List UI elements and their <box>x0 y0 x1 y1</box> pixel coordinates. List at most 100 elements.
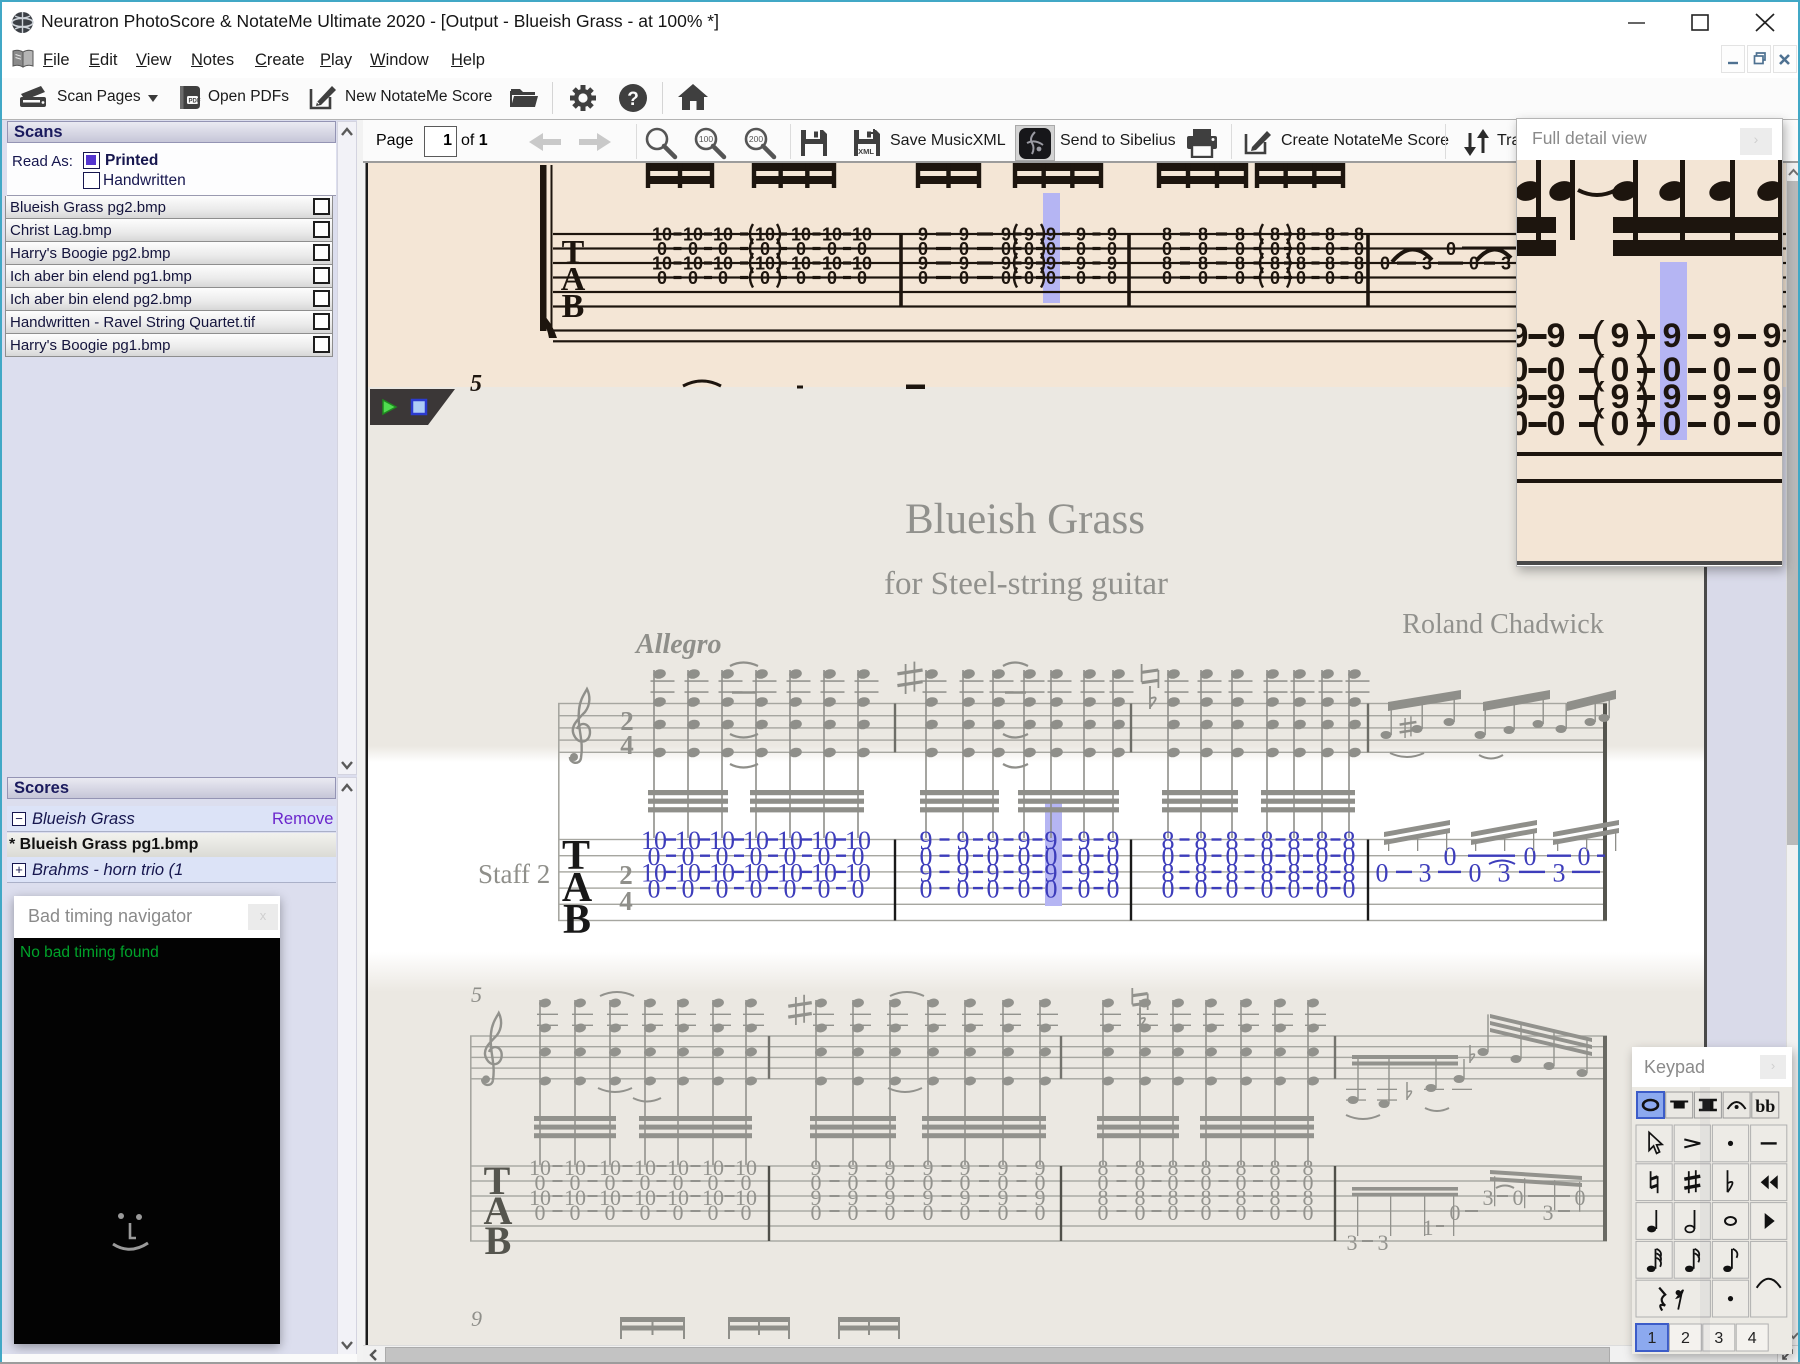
svg-text:0: 0 <box>750 875 763 904</box>
svg-text:9: 9 <box>1547 317 1566 355</box>
svg-text:0: 0 <box>885 1200 896 1225</box>
svg-text:9: 9 <box>1611 317 1630 355</box>
svg-text:3: 3 <box>1501 254 1511 274</box>
svg-text:0: 0 <box>920 875 933 904</box>
svg-text:0: 0 <box>1469 858 1482 887</box>
svg-text:3: 3 <box>1419 858 1432 887</box>
svg-text:0: 0 <box>718 268 728 288</box>
svg-text:0: 0 <box>1001 268 1011 288</box>
svg-text:0: 0 <box>1098 1200 1109 1225</box>
svg-text:0: 0 <box>1107 268 1117 288</box>
svg-text:3: 3 <box>1714 1330 1723 1347</box>
svg-text:0: 0 <box>918 268 928 288</box>
svg-text:0: 0 <box>1343 875 1356 904</box>
svg-text:0: 0 <box>1325 268 1335 288</box>
svg-text:3: 3 <box>1543 1200 1554 1225</box>
svg-text:0: 0 <box>1469 254 1479 274</box>
svg-text:0: 0 <box>960 1200 971 1225</box>
svg-text:0: 0 <box>741 1200 752 1225</box>
svg-text:0: 0 <box>1195 875 1208 904</box>
svg-text:4: 4 <box>619 886 633 916</box>
svg-text:0: 0 <box>959 268 969 288</box>
svg-text:0: 0 <box>1107 875 1120 904</box>
svg-text:0: 0 <box>1046 268 1056 288</box>
svg-text:0: 0 <box>1444 842 1457 871</box>
svg-text:0: 0 <box>570 1200 581 1225</box>
svg-text:PDF: PDF <box>189 99 201 105</box>
svg-text:0: 0 <box>1513 1185 1524 1210</box>
svg-text:0: 0 <box>1376 858 1389 887</box>
svg-text:3: 3 <box>1378 1230 1389 1255</box>
svg-text:0: 0 <box>760 268 770 288</box>
svg-text:0: 0 <box>657 268 667 288</box>
svg-text:0: 0 <box>648 875 661 904</box>
svg-text:9: 9 <box>1763 317 1782 355</box>
svg-text:0: 0 <box>796 268 806 288</box>
svg-text:3: 3 <box>1483 1185 1494 1210</box>
svg-text:3: 3 <box>1347 1230 1358 1255</box>
svg-text:4: 4 <box>620 730 634 760</box>
svg-text:Blueish Grass: Blueish Grass <box>905 496 1145 543</box>
svg-text:0: 0 <box>1713 405 1732 443</box>
svg-text:B: B <box>563 897 591 943</box>
svg-text:0: 0 <box>1663 405 1682 443</box>
svg-text:0: 0 <box>957 875 970 904</box>
svg-text:0: 0 <box>1270 268 1280 288</box>
svg-text:0: 0 <box>1162 875 1175 904</box>
svg-text:B: B <box>562 288 585 325</box>
svg-text:0: 0 <box>1201 1200 1212 1225</box>
svg-text:0: 0 <box>1763 405 1782 443</box>
svg-text:3: 3 <box>1422 254 1432 274</box>
svg-text:0: 0 <box>1235 268 1245 288</box>
svg-text:1: 1 <box>1648 1330 1657 1347</box>
svg-text:0: 0 <box>673 1200 684 1225</box>
svg-text:?: ? <box>627 89 639 110</box>
svg-text:0: 0 <box>1135 1200 1146 1225</box>
svg-text:0: 0 <box>1517 405 1528 443</box>
svg-text:3: 3 <box>1498 858 1511 887</box>
svg-text:0: 0 <box>1162 268 1172 288</box>
svg-text:0: 0 <box>1018 875 1031 904</box>
svg-text:0: 0 <box>811 1200 822 1225</box>
svg-text:5: 5 <box>471 982 482 1007</box>
svg-text:0: 0 <box>923 1200 934 1225</box>
svg-text:0: 0 <box>784 875 797 904</box>
svg-text:0: 0 <box>716 875 729 904</box>
svg-text:0: 0 <box>1261 875 1274 904</box>
svg-text:0: 0 <box>1296 268 1306 288</box>
svg-text:0: 0 <box>605 1200 616 1225</box>
svg-text:0: 0 <box>848 1200 859 1225</box>
svg-text:Allegro: Allegro <box>634 629 722 660</box>
svg-text:0: 0 <box>1524 842 1537 871</box>
svg-text:0: 0 <box>1078 875 1091 904</box>
svg-text:B: B <box>485 1218 512 1263</box>
svg-text:4: 4 <box>1748 1330 1757 1347</box>
svg-text:0: 0 <box>1270 1200 1281 1225</box>
svg-text:0: 0 <box>1578 842 1591 871</box>
svg-text:0: 0 <box>1198 268 1208 288</box>
svg-text:0: 0 <box>1446 239 1456 259</box>
svg-text:0: 0 <box>827 268 837 288</box>
svg-text:0: 0 <box>1226 875 1239 904</box>
svg-text:0: 0 <box>818 875 831 904</box>
svg-text:Staff 2: Staff 2 <box>478 859 550 889</box>
svg-text:0: 0 <box>1611 405 1630 443</box>
svg-text:bb: bb <box>1755 1096 1775 1116</box>
svg-text:200: 200 <box>749 134 763 144</box>
svg-text:5: 5 <box>470 371 482 397</box>
svg-text:Roland Chadwick: Roland Chadwick <box>1402 609 1603 640</box>
svg-text:100: 100 <box>699 134 713 144</box>
svg-text:0: 0 <box>1035 1200 1046 1225</box>
svg-text:0: 0 <box>1354 268 1364 288</box>
svg-text:for Steel-string guitar: for Steel-string guitar <box>884 566 1168 602</box>
svg-text:9: 9 <box>1663 317 1682 355</box>
svg-text:2: 2 <box>1681 1330 1690 1347</box>
svg-text:0: 0 <box>1024 268 1034 288</box>
svg-text:0: 0 <box>682 875 695 904</box>
svg-text:9: 9 <box>471 1306 482 1331</box>
svg-text:0: 0 <box>708 1200 719 1225</box>
svg-text:0: 0 <box>1168 1200 1179 1225</box>
svg-text:0: 0 <box>688 268 698 288</box>
svg-text:0: 0 <box>1380 254 1390 274</box>
svg-text:0: 0 <box>852 875 865 904</box>
